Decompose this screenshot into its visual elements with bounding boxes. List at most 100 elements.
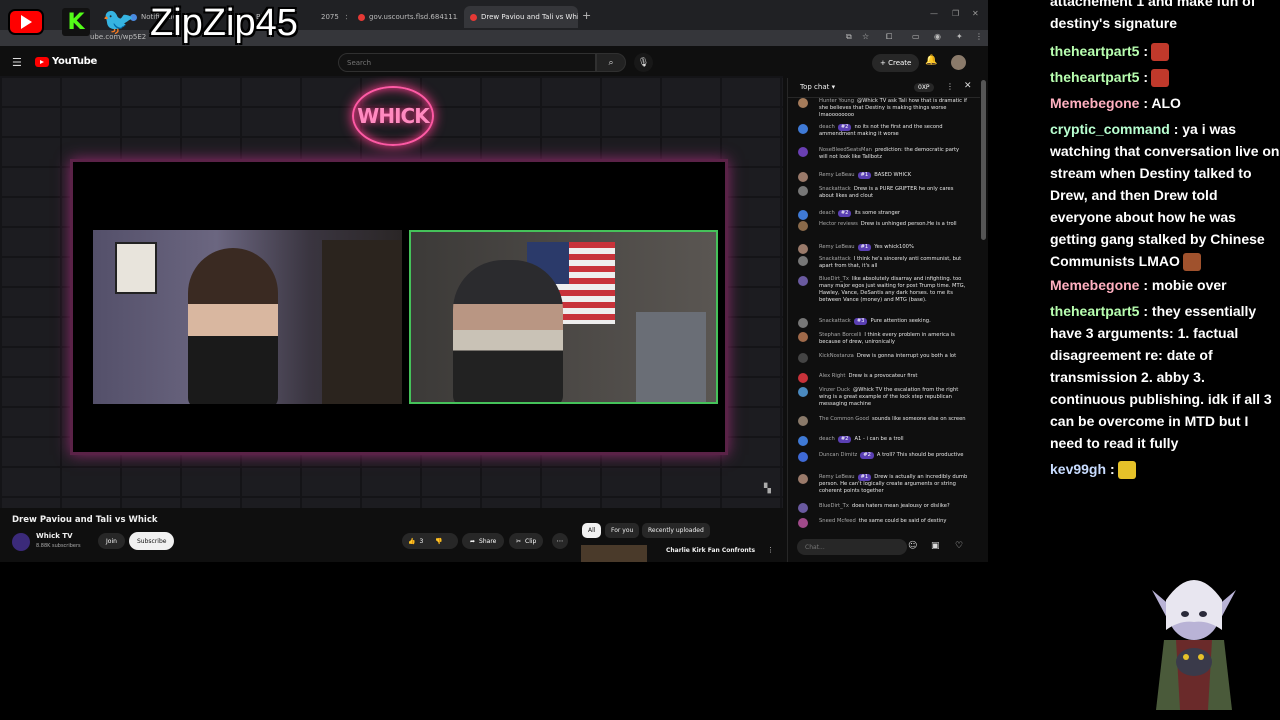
chat-author-avatar[interactable]	[798, 221, 808, 231]
recommendation-title[interactable]: Charlie Kirk Fan Confronts	[666, 547, 755, 554]
chat-author[interactable]: deach	[819, 124, 835, 130]
close-icon[interactable]: ✕	[964, 81, 972, 91]
chat-author-avatar[interactable]	[798, 256, 808, 266]
chat-author-avatar[interactable]	[798, 387, 808, 397]
close-window-icon[interactable]: ✕	[972, 9, 979, 18]
recommendation-thumbnail[interactable]	[581, 545, 647, 562]
subscribe-button[interactable]: Subscribe	[129, 532, 175, 550]
chat-author-avatar[interactable]	[798, 98, 808, 108]
extensions-icon[interactable]: ⧠	[886, 32, 892, 42]
bookmark-star-icon[interactable]: ☆	[862, 32, 869, 41]
chat-author[interactable]: Duncan Dimitz	[819, 452, 857, 458]
maximize-icon[interactable]: ❐	[952, 9, 959, 18]
chat-author-avatar[interactable]	[798, 186, 808, 196]
chat-author-avatar[interactable]	[798, 503, 808, 513]
chat-author-avatar[interactable]	[798, 452, 808, 462]
chat-author-avatar[interactable]	[798, 147, 808, 157]
user-avatar[interactable]	[951, 55, 966, 70]
chat-author[interactable]: Remy LeBeau	[819, 244, 855, 250]
chip-all[interactable]: All	[582, 523, 602, 538]
chat-author-avatar[interactable]	[798, 318, 808, 328]
chat-text: does haters mean jealousy or dislike?	[851, 503, 950, 509]
chat-author-avatar[interactable]	[798, 276, 808, 286]
stream-chat-user: theheartpart5	[1050, 303, 1140, 319]
member-badge: #2	[837, 124, 852, 131]
chat-author-avatar[interactable]	[798, 172, 808, 182]
browser-tab[interactable]: gov.uscourts.flsd.684111.132.0✕	[352, 6, 458, 28]
sidebar-icon[interactable]: ▭	[912, 32, 920, 41]
stream-chat-message: theheartpart5 :	[1050, 66, 1280, 88]
tab-close-icon[interactable]: ✕	[339, 13, 347, 22]
youtube-logo[interactable]: YouTube	[35, 56, 97, 67]
chat-author-avatar[interactable]	[798, 210, 808, 220]
install-icon[interactable]: ⧉	[846, 32, 852, 42]
chat-author[interactable]: Vinzer Duck	[819, 387, 850, 393]
chat-author-avatar[interactable]	[798, 244, 808, 254]
create-button[interactable]: + Create	[872, 54, 920, 72]
more-actions-icon[interactable]: ⋯	[552, 533, 568, 549]
chip-recently-uploaded[interactable]: Recently uploaded	[642, 523, 710, 538]
chat-author-avatar[interactable]	[798, 353, 808, 363]
chat-author[interactable]: Hector reviews	[819, 221, 858, 227]
browser-menu-icon[interactable]: ⋮	[975, 32, 983, 41]
chat-scrollbar[interactable]	[981, 80, 986, 240]
chat-author[interactable]: BlueDirt_Tx	[819, 503, 849, 509]
microphone-icon[interactable]: 🎙	[634, 53, 653, 72]
share-button[interactable]: ➦ Share	[462, 533, 505, 549]
search-icon[interactable]: ⌕	[596, 53, 626, 72]
xp-badge[interactable]: 0XP	[914, 83, 934, 92]
thumbs-down-icon[interactable]: 👎	[435, 538, 442, 545]
chat-author-avatar[interactable]	[798, 436, 808, 446]
like-button[interactable]: 👍 3 👎	[402, 533, 458, 549]
chat-author-avatar[interactable]	[798, 124, 808, 134]
chat-author[interactable]: Hunter Young	[819, 98, 854, 104]
chat-author[interactable]: The Common Good	[819, 416, 869, 422]
profile-icon[interactable]: ◉	[934, 32, 941, 41]
chat-author[interactable]: KickNostanza	[819, 353, 854, 359]
chat-author[interactable]: BlueDirt_Tx	[819, 276, 849, 282]
chat-author[interactable]: deach	[819, 210, 835, 216]
chat-author[interactable]: Snackattack	[819, 256, 851, 262]
chat-author[interactable]: Stephan Borcelli	[819, 332, 861, 338]
chat-author[interactable]: Snackattack	[819, 186, 851, 192]
chat-author[interactable]: Sneed Mcfeed	[819, 518, 856, 524]
hamburger-menu-icon[interactable]: ☰	[12, 56, 22, 69]
search-input[interactable]	[338, 53, 596, 72]
browser-tab-active[interactable]: Drew Paviou and Tali vs Whick✕	[464, 6, 578, 28]
clip-button[interactable]: ✂ Clip	[509, 533, 544, 549]
ai-icon[interactable]: ✦	[956, 32, 963, 41]
chat-author[interactable]: Alex Right	[819, 373, 845, 379]
chat-input[interactable]	[797, 539, 907, 555]
new-tab-button[interactable]: +	[582, 9, 591, 22]
chat-author-avatar[interactable]	[798, 518, 808, 528]
chip-for-you[interactable]: For you	[605, 523, 640, 538]
emoji-icon[interactable]: ☺	[908, 541, 917, 551]
super-chat-icon[interactable]: ▣	[931, 541, 940, 551]
channel-watermark-icon[interactable]: ▚	[764, 484, 771, 494]
chat-menu-icon[interactable]: ⋮	[946, 82, 954, 91]
chat-author[interactable]: Remy LeBeau	[819, 474, 855, 480]
address-bar[interactable]: ube.com/wp5E2 ⧉ ☆ ⧠ ▭ ◉ ✦ ⋮	[0, 30, 988, 46]
bell-icon[interactable]: 🔔	[925, 55, 937, 66]
chat-message: BlueDirt_Tx does haters mean jealousy or …	[798, 503, 968, 513]
chat-author-avatar[interactable]	[798, 416, 808, 426]
recommendation-menu-icon[interactable]: ⋮	[767, 546, 774, 554]
chat-author[interactable]: deach	[819, 436, 835, 442]
channel-avatar[interactable]	[12, 533, 30, 551]
bookshelf	[322, 240, 402, 404]
channel-name[interactable]: Whick TV	[36, 532, 73, 540]
chat-author-avatar[interactable]	[798, 474, 808, 484]
live-chat-panel: Top chat ▾ 0XP ⋮ ✕ Hunter Young @Whick TV…	[787, 78, 980, 562]
chat-author[interactable]: NoseBleedSeatsMan	[819, 147, 872, 153]
top-chat-dropdown[interactable]: Top chat ▾	[800, 83, 835, 91]
join-button[interactable]: Join	[98, 533, 125, 549]
chat-author-avatar[interactable]	[798, 332, 808, 342]
chat-author[interactable]: Snackattack	[819, 318, 851, 324]
chat-author-avatar[interactable]	[798, 373, 808, 383]
video-player[interactable]: WHICK ▚	[0, 76, 783, 508]
chat-message: Snackattack #3 Pure attention seeking.	[798, 318, 968, 328]
chat-author[interactable]: Remy LeBeau	[819, 172, 855, 178]
minimize-icon[interactable]: —	[930, 9, 938, 18]
heart-icon[interactable]: ♡	[955, 541, 963, 551]
browser-tab[interactable]: 2075✕	[315, 6, 347, 28]
